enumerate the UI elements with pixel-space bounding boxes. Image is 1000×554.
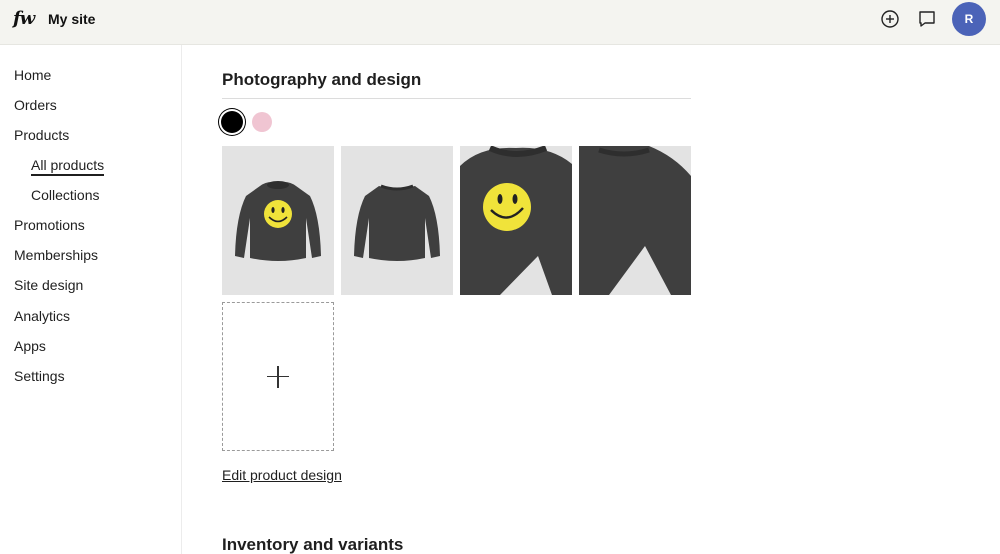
sidebar-item-collections[interactable]: Collections: [31, 187, 99, 203]
sidebar-item-analytics[interactable]: Analytics: [14, 308, 70, 324]
plus-icon: [267, 365, 289, 388]
inventory-section-title: Inventory and variants: [222, 535, 404, 554]
sidebar-item-site-design[interactable]: Site design: [14, 277, 83, 293]
sidebar: Home Orders Products All products Collec…: [0, 45, 182, 554]
sidebar-item-all-products[interactable]: All products: [31, 157, 105, 176]
product-image-back-closeup[interactable]: [579, 146, 691, 295]
add-image-button[interactable]: [222, 302, 334, 451]
sidebar-item-apps[interactable]: Apps: [14, 338, 46, 354]
sidebar-item-promotions[interactable]: Promotions: [14, 217, 85, 233]
chat-icon[interactable]: [917, 9, 937, 29]
site-name[interactable]: My site: [48, 11, 95, 27]
sidebar-item-memberships[interactable]: Memberships: [14, 247, 98, 263]
section-divider: [222, 98, 691, 99]
avatar[interactable]: R: [952, 2, 986, 36]
color-swatch-pink[interactable]: [252, 112, 272, 132]
photography-section-title: Photography and design: [222, 70, 422, 89]
edit-product-design-link[interactable]: Edit product design: [222, 467, 342, 483]
top-bar: fw My site R: [0, 0, 1000, 45]
logo[interactable]: fw: [13, 8, 35, 29]
sidebar-item-home[interactable]: Home: [14, 67, 51, 83]
add-icon[interactable]: [880, 9, 900, 29]
sidebar-item-orders[interactable]: Orders: [14, 97, 57, 113]
product-image-front-closeup[interactable]: [460, 146, 572, 295]
product-image-front[interactable]: [222, 146, 334, 295]
sidebar-item-products[interactable]: Products: [14, 127, 69, 143]
product-image-back[interactable]: [341, 146, 453, 295]
sidebar-item-settings[interactable]: Settings: [14, 368, 65, 384]
color-swatch-black[interactable]: [221, 111, 243, 133]
